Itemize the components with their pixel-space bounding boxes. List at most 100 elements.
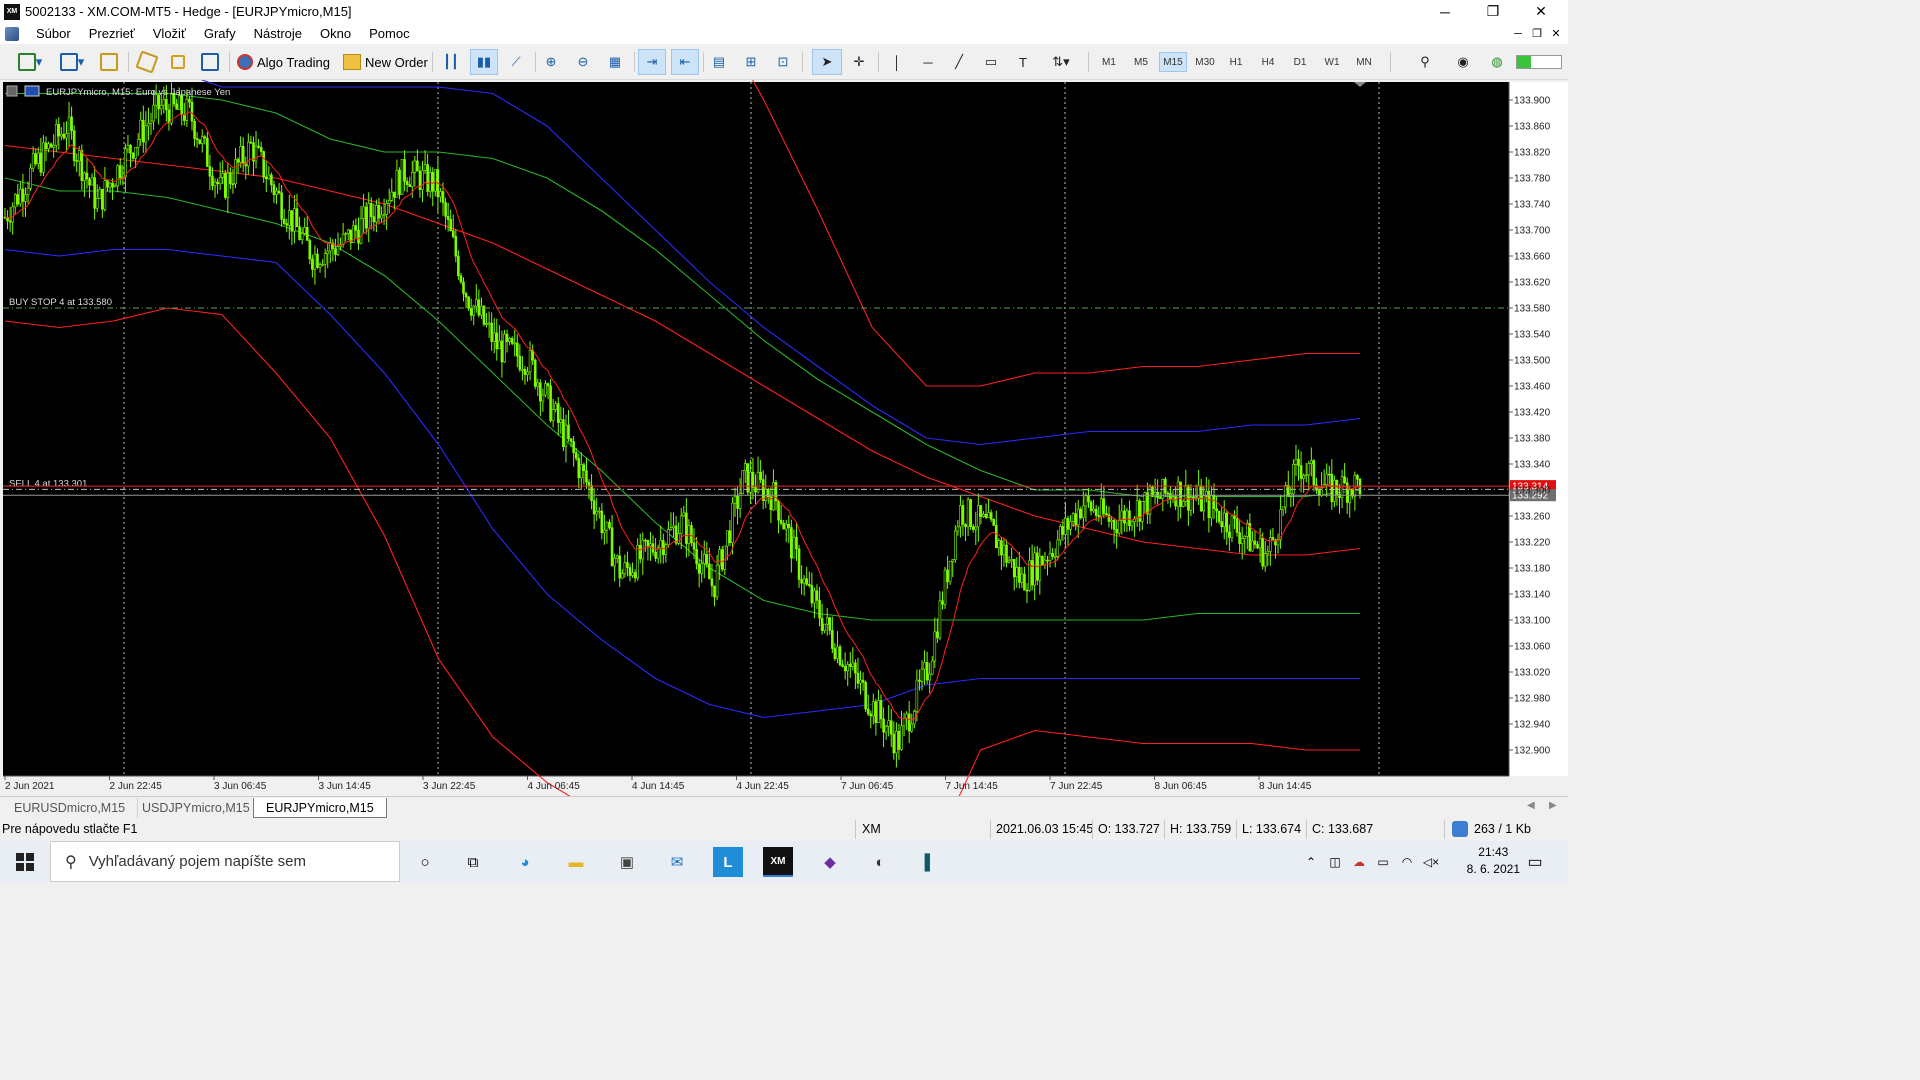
menu-file[interactable]: Súbor [27,26,80,41]
l-app-icon[interactable]: L [713,847,743,877]
chart-shift-icon[interactable]: ⇤ [671,49,699,75]
tabs-scroll-right-icon[interactable]: ▶ [1549,800,1557,811]
mdi-restore-button[interactable]: ❐ [1527,23,1547,44]
rectangle-icon[interactable]: ▭ [978,49,1004,75]
signal-icon[interactable]: ◍ [1484,49,1510,75]
cursor-icon[interactable]: ➤ [812,49,842,75]
lock-icon[interactable] [166,49,190,75]
mdi-minimize-button[interactable]: ─ [1508,23,1528,44]
candle-body [1151,486,1154,496]
candle-body [536,382,540,387]
zoom-out-icon[interactable]: ⊖ [570,49,596,75]
account-icon[interactable]: ◉ [1450,49,1476,75]
minimize-button[interactable]: ─ [1422,0,1468,23]
autoscroll-icon[interactable]: ⇥ [638,49,666,75]
candle-body [831,630,834,649]
timeframe-mn[interactable]: MN [1351,52,1377,72]
low-value: L: 133.674 [1242,822,1302,836]
timeframe-m15[interactable]: M15 [1159,52,1187,72]
candle-body [597,510,601,513]
flag-icon [24,85,40,97]
data-window-icon[interactable] [134,49,160,75]
bar-chart-icon[interactable]: ┃┃ [438,49,464,75]
candle-body [190,101,194,122]
close-button[interactable]: ✕ [1518,0,1564,23]
speaker-mute-icon[interactable]: ◁× [1416,847,1446,877]
market-watch-icon[interactable] [96,49,122,75]
candle-body [503,333,506,363]
crosshair-icon[interactable]: ✛ [846,49,872,75]
indicators-list-icon[interactable]: ▤ [706,49,732,75]
periodicity-icon[interactable]: ⊞ [738,49,764,75]
tab-usdjpymicro[interactable]: USDJPYmicro,M15 [130,798,263,818]
profiles-icon[interactable]: ▾ [54,49,90,75]
taskbar-clock[interactable]: 21:43 8. 6. 2021 [1467,844,1520,878]
horizontal-line-icon[interactable]: ─ [915,49,941,75]
candle-body [354,225,358,231]
candle-body [590,485,593,502]
algo-trading-button[interactable]: Algo Trading [234,49,333,75]
new-order-button[interactable]: New Order [340,49,431,75]
templates-icon[interactable]: ⊡ [770,49,796,75]
vertical-line-icon[interactable]: │ [884,49,910,75]
menu-insert[interactable]: Vložiť [144,26,195,41]
taskbar-search[interactable]: ⚲ Vyhľadávaný pojem napíšte sem [50,841,400,882]
strategy-tester-icon[interactable] [197,49,223,75]
timeframe-h1[interactable]: H1 [1223,52,1249,72]
chart-window[interactable]: BUY STOP 4 at 133.580 SELL 4 at 133.301 13… [0,80,1568,796]
task-view-icon[interactable]: ⧉ [458,847,488,877]
book-app-icon[interactable]: ▌ [915,847,945,877]
timeframe-m1[interactable]: M1 [1096,52,1122,72]
mdi-close-button[interactable]: ✕ [1546,23,1566,44]
tab-eurusdmicro[interactable]: EURUSDmicro,M15 [2,798,139,818]
timeframe-m30[interactable]: M30 [1191,52,1219,72]
xm-taskbar-icon[interactable]: XM [763,847,793,877]
candlestick-chart-icon[interactable]: ▮▮ [470,49,498,75]
trendline-icon[interactable]: ╱ [946,49,972,75]
x-tick-label: 3 Jun 22:45 [423,781,476,792]
candle-body [813,590,816,604]
file-explorer-icon[interactable]: ▬ [561,847,591,877]
candle-body [1217,510,1221,522]
timeframe-h4[interactable]: H4 [1255,52,1281,72]
timeframe-d1[interactable]: D1 [1287,52,1313,72]
menu-view[interactable]: Prezrieť [80,26,144,41]
cortana-icon[interactable]: ○ [410,847,440,877]
candle-body [444,202,447,217]
chart-menu-icon[interactable] [6,85,18,97]
restore-button[interactable]: ❐ [1470,0,1516,23]
tile-windows-icon[interactable]: ▦ [602,49,628,75]
timeframe-m5[interactable]: M5 [1128,52,1154,72]
timeframe-w1[interactable]: W1 [1319,52,1345,72]
menu-charts[interactable]: Grafy [195,26,245,41]
menu-tools[interactable]: Nástroje [245,26,311,41]
arrows-icon[interactable]: ⇅▾ [1042,49,1080,75]
candle-body [147,123,150,127]
app-icon[interactable] [5,26,19,41]
gem-app-icon[interactable]: ◆ [815,847,845,877]
y-tick-label: 133.660 [1514,252,1551,263]
tabs-scroll-left-icon[interactable]: ◀ [1527,800,1535,811]
candle-body [218,177,222,185]
store-icon[interactable]: ▣ [612,847,642,877]
notifications-icon[interactable]: ▭ [1520,847,1550,877]
new-chart-icon[interactable]: ▾ [12,49,48,75]
edge-icon[interactable]: ◕ [510,847,540,877]
help-text: Pre nápovedu stlačte F1 [2,822,138,836]
menu-window[interactable]: Okno [311,26,360,41]
windows-start-icon[interactable] [10,847,40,877]
window-title: 5002133 - XM.COM-MT5 - Hedge - [EURJPYmi… [25,4,352,19]
tab-eurjpymicro[interactable]: EURJPYmicro,M15 [253,798,387,818]
candle-body [446,216,450,220]
obs-icon[interactable]: ◐ [865,847,895,877]
chart-tabs-bar: EURUSDmicro,M15 USDJPYmicro,M15 EURJPYmi… [0,796,1568,818]
search-icon[interactable]: ⚲ [1412,49,1438,75]
price-chart[interactable]: BUY STOP 4 at 133.580 SELL 4 at 133.301 13… [0,80,1568,796]
candle-body [654,551,657,559]
candle-body [882,718,885,733]
zoom-in-icon[interactable]: ⊕ [538,49,564,75]
line-chart-icon[interactable]: ⟋ [503,49,529,75]
mail-icon[interactable]: ✉ [662,847,692,877]
text-icon[interactable]: T [1010,49,1036,75]
menu-help[interactable]: Pomoc [360,26,418,41]
